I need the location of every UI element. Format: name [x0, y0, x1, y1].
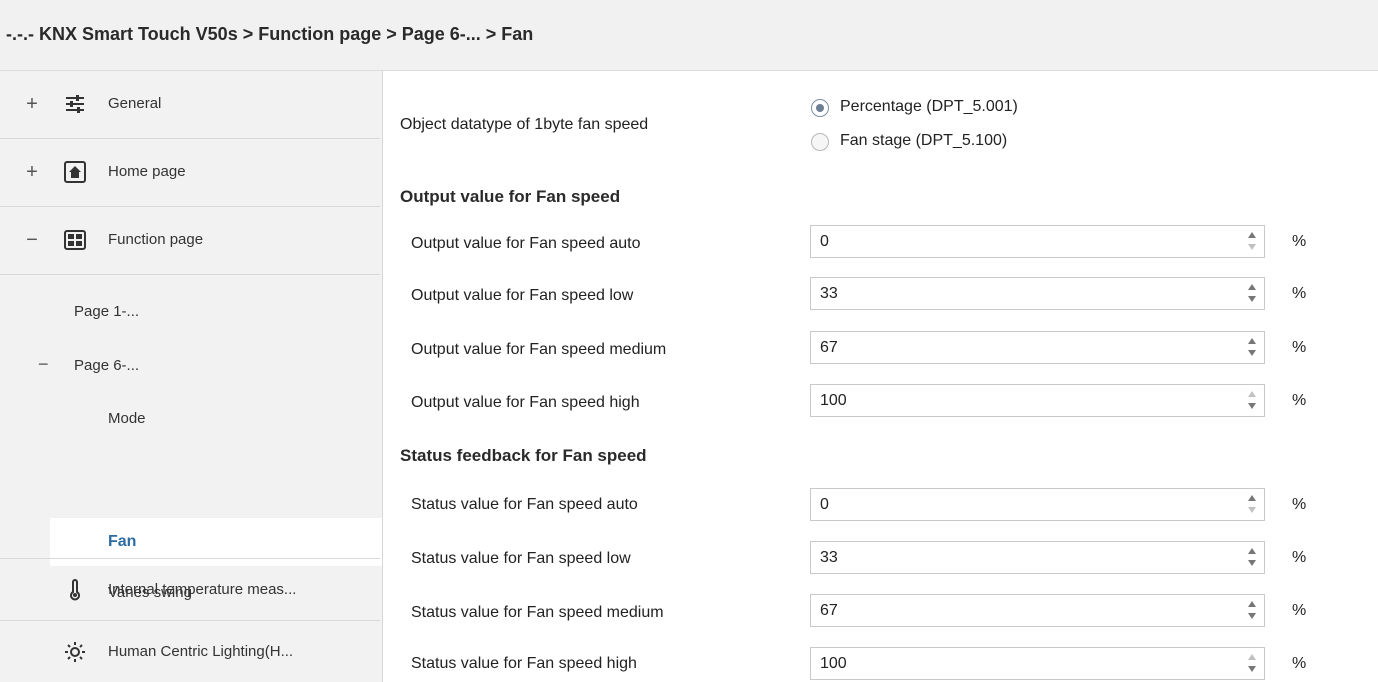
- unit-label: %: [1292, 339, 1307, 356]
- unit-label: %: [1292, 392, 1307, 409]
- spinner-down-icon[interactable]: [1248, 296, 1256, 302]
- status-medium-input[interactable]: 67: [810, 594, 1265, 627]
- spinner-down-icon[interactable]: [1248, 666, 1256, 672]
- spinner-up-icon[interactable]: [1248, 654, 1256, 660]
- sliders-icon: [66, 95, 84, 113]
- radio-selected-icon: [811, 99, 829, 117]
- spinner-up-icon[interactable]: [1248, 391, 1256, 397]
- grid-icon: [64, 230, 86, 250]
- unit-label: %: [1292, 549, 1307, 566]
- status-low-input[interactable]: 33: [810, 541, 1265, 574]
- collapse-icon[interactable]: −: [26, 229, 38, 252]
- sidebar-item-home-page[interactable]: + Home page: [0, 139, 380, 207]
- output-auto-input[interactable]: 0: [810, 225, 1265, 258]
- spinner-down-icon[interactable]: [1248, 350, 1256, 356]
- spinner[interactable]: [1246, 389, 1258, 413]
- spinner[interactable]: [1246, 282, 1258, 306]
- title-bar: -.-.- KNX Smart Touch V50s > Function pa…: [0, 0, 1378, 71]
- spinner-up-icon[interactable]: [1248, 338, 1256, 344]
- sun-icon: [65, 642, 85, 662]
- output-medium-label: Output value for Fan speed medium: [411, 341, 667, 358]
- collapse-icon[interactable]: −: [38, 354, 49, 375]
- output-high-label: Output value for Fan speed high: [411, 394, 640, 411]
- spinner[interactable]: [1246, 336, 1258, 360]
- status-medium-label: Status value for Fan speed medium: [411, 604, 664, 621]
- thermometer-icon: [70, 579, 80, 601]
- sidebar-item-label: Human Centric Lighting(H...: [108, 643, 294, 660]
- radio-label: Percentage (DPT_5.001): [840, 98, 1018, 115]
- parameter-panel: Object datatype of 1byte fan speed Perce…: [383, 71, 1378, 682]
- spinner[interactable]: [1246, 493, 1258, 517]
- sidebar-item-page-6[interactable]: Page 6-...: [74, 357, 139, 374]
- unit-label: %: [1292, 496, 1307, 513]
- home-icon: [64, 161, 86, 183]
- unit-label: %: [1292, 655, 1307, 672]
- spinner-down-icon[interactable]: [1248, 613, 1256, 619]
- sidebar-item-label: Home page: [108, 163, 186, 180]
- sidebar-item-mode[interactable]: Mode: [108, 410, 146, 427]
- spinner-up-icon[interactable]: [1248, 495, 1256, 501]
- output-high-input[interactable]: 100: [810, 384, 1265, 417]
- radio-unselected-icon: [811, 133, 829, 151]
- section-output-value: Output value for Fan speed: [400, 187, 621, 206]
- unit-label: %: [1292, 602, 1307, 619]
- section-status-feedback: Status feedback for Fan speed: [400, 446, 647, 465]
- status-auto-label: Status value for Fan speed auto: [411, 496, 638, 513]
- sidebar-item-label: Fan: [108, 533, 137, 550]
- spinner-down-icon[interactable]: [1248, 403, 1256, 409]
- unit-label: %: [1292, 233, 1307, 250]
- spinner-up-icon[interactable]: [1248, 601, 1256, 607]
- output-low-input[interactable]: 33: [810, 277, 1265, 310]
- breadcrumb: -.-.- KNX Smart Touch V50s > Function pa…: [6, 24, 534, 44]
- sidebar-item-human-centric-lighting[interactable]: Human Centric Lighting(H...: [0, 620, 380, 682]
- output-medium-input[interactable]: 67: [810, 331, 1265, 364]
- datatype-label: Object datatype of 1byte fan speed: [400, 116, 649, 133]
- spinner-down-icon[interactable]: [1248, 560, 1256, 566]
- radio-label: Fan stage (DPT_5.100): [840, 132, 1008, 149]
- spinner-up-icon[interactable]: [1248, 284, 1256, 290]
- sidebar-item-label: Internal temperature meas...: [108, 581, 297, 598]
- sidebar-item-label: Function page: [108, 231, 204, 248]
- status-auto-input[interactable]: 0: [810, 488, 1265, 521]
- spinner[interactable]: [1246, 546, 1258, 570]
- sidebar-item-general[interactable]: + General: [0, 71, 380, 139]
- status-low-label: Status value for Fan speed low: [411, 550, 631, 567]
- expand-icon[interactable]: +: [26, 161, 38, 184]
- expand-icon[interactable]: +: [26, 93, 38, 116]
- spinner-up-icon[interactable]: [1248, 548, 1256, 554]
- output-auto-label: Output value for Fan speed auto: [411, 235, 641, 252]
- sidebar-item-label: General: [108, 95, 162, 112]
- status-high-input[interactable]: 100: [810, 647, 1265, 680]
- sidebar-item-function-page[interactable]: − Function page: [0, 207, 380, 275]
- output-low-label: Output value for Fan speed low: [411, 287, 634, 304]
- spinner[interactable]: [1246, 652, 1258, 676]
- status-high-label: Status value for Fan speed high: [411, 655, 637, 672]
- spinner-down-icon[interactable]: [1248, 244, 1256, 250]
- sidebar-item-page-1[interactable]: Page 1-...: [74, 303, 139, 320]
- sidebar-item-internal-temperature[interactable]: Internal temperature meas...: [0, 558, 380, 620]
- spinner[interactable]: [1246, 230, 1258, 254]
- spinner-up-icon[interactable]: [1248, 232, 1256, 238]
- spinner[interactable]: [1246, 599, 1258, 623]
- spinner-down-icon[interactable]: [1248, 507, 1256, 513]
- sidebar: + General + Home page − Function page Pa…: [0, 71, 383, 682]
- unit-label: %: [1292, 285, 1307, 302]
